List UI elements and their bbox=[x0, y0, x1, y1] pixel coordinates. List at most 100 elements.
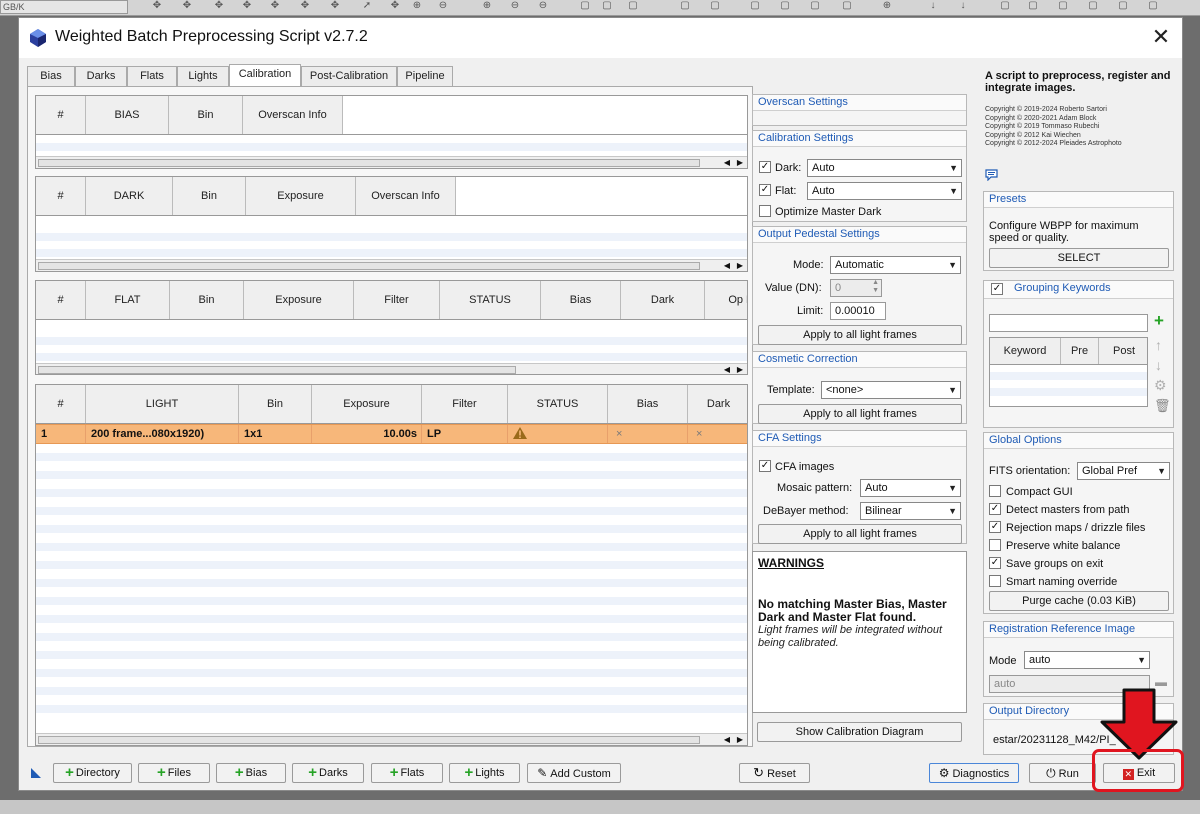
window-icon[interactable]: ▢ bbox=[1116, 0, 1130, 12]
add-directory-button[interactable]: + Directory bbox=[53, 763, 132, 783]
gear-icon[interactable]: ⚙ bbox=[1154, 377, 1167, 394]
window-icon[interactable]: ▢ bbox=[998, 0, 1012, 12]
zoom-icon[interactable]: ⊖ bbox=[536, 0, 550, 12]
flat-table[interactable]: # FLAT Bin Exposure Filter STATUS Bias D… bbox=[35, 280, 748, 375]
comment-icon[interactable] bbox=[985, 169, 998, 181]
pointer-icon[interactable]: ➚ bbox=[360, 0, 374, 12]
smart-naming-checkbox[interactable] bbox=[989, 575, 1001, 587]
window-icon[interactable]: ▢ bbox=[626, 0, 640, 12]
dark-table[interactable]: # DARK Bin Exposure Overscan Info ◀ ▶ bbox=[35, 176, 748, 272]
window-icon[interactable]: ▢ bbox=[1056, 0, 1070, 12]
tab-bias[interactable]: Bias bbox=[27, 66, 75, 86]
window-icon[interactable]: ▢ bbox=[600, 0, 614, 12]
fits-orientation-select[interactable]: Global Pref ▼ bbox=[1077, 462, 1170, 480]
tool-icon[interactable]: ✥ bbox=[180, 0, 194, 12]
tool-icon[interactable]: ✥ bbox=[150, 0, 164, 12]
tab-flats[interactable]: Flats bbox=[127, 66, 177, 86]
add-darks-button[interactable]: + Darks bbox=[292, 763, 364, 783]
window-icon[interactable]: ▢ bbox=[1086, 0, 1100, 12]
output-directory-input[interactable]: estar/20231128_M42/PI_ bbox=[989, 732, 1116, 750]
pedestal-mode-select[interactable]: Automatic ▼ bbox=[830, 256, 961, 274]
tab-pipeline[interactable]: Pipeline bbox=[397, 66, 453, 86]
window-icon[interactable]: ▢ bbox=[708, 0, 722, 12]
optimize-dark-checkbox[interactable] bbox=[759, 205, 771, 217]
flat-select[interactable]: Auto ▼ bbox=[807, 182, 962, 200]
folder-icon[interactable]: ▬ bbox=[1155, 675, 1167, 689]
scroll-right-icon[interactable]: ▶ bbox=[735, 260, 745, 271]
add-lights-button[interactable]: + Lights bbox=[449, 763, 520, 783]
window-icon[interactable]: ▢ bbox=[808, 0, 822, 12]
cfa-images-checkbox[interactable]: ✓ bbox=[759, 460, 771, 472]
scroll-left-icon[interactable]: ◀ bbox=[722, 364, 732, 374]
preserve-white-balance-checkbox[interactable] bbox=[989, 539, 1001, 551]
arrow-up-icon[interactable]: ↑ bbox=[1155, 337, 1162, 353]
select-preset-button[interactable]: SELECT bbox=[989, 248, 1169, 268]
scroll-left-icon[interactable]: ◀ bbox=[722, 734, 732, 745]
window-icon[interactable]: ▢ bbox=[748, 0, 762, 12]
dark-checkbox[interactable]: ✓ bbox=[759, 161, 771, 173]
window-icon[interactable]: ▢ bbox=[1026, 0, 1040, 12]
detect-masters-checkbox[interactable]: ✓ bbox=[989, 503, 1001, 515]
flat-checkbox[interactable]: ✓ bbox=[759, 184, 771, 196]
zoom-icon[interactable]: ⊕ bbox=[880, 0, 894, 12]
window-icon[interactable]: ▢ bbox=[1146, 0, 1160, 12]
bias-table[interactable]: # BIAS Bin Overscan Info ◀ ▶ bbox=[35, 95, 748, 169]
template-select[interactable]: <none> ▼ bbox=[821, 381, 961, 399]
window-icon[interactable]: ▢ bbox=[678, 0, 692, 12]
grouping-keywords-checkbox[interactable]: ✓ bbox=[991, 283, 1003, 295]
window-icon[interactable]: ▢ bbox=[840, 0, 854, 12]
tool-icon[interactable]: ✥ bbox=[328, 0, 342, 12]
mosaic-pattern-select[interactable]: Auto ▼ bbox=[860, 479, 961, 497]
zoom-icon[interactable]: ⊖ bbox=[508, 0, 522, 12]
tab-calibration[interactable]: Calibration bbox=[229, 64, 301, 86]
zoom-icon[interactable]: ⊖ bbox=[436, 0, 450, 12]
resize-corner-icon[interactable] bbox=[31, 768, 41, 778]
toolbar-dropdown[interactable]: GB/K bbox=[0, 0, 128, 14]
compact-gui-checkbox[interactable] bbox=[989, 485, 1001, 497]
tab-post-calibration[interactable]: Post-Calibration bbox=[301, 66, 397, 86]
save-groups-checkbox[interactable]: ✓ bbox=[989, 557, 1001, 569]
cfa-apply-button[interactable]: Apply to all light frames bbox=[758, 524, 962, 544]
cosmetic-apply-button[interactable]: Apply to all light frames bbox=[758, 404, 962, 424]
light-table[interactable]: # LIGHT Bin Exposure Filter STATUS Bias … bbox=[35, 384, 748, 746]
tool-icon[interactable]: ✥ bbox=[388, 0, 402, 12]
tab-lights[interactable]: Lights bbox=[177, 66, 229, 86]
pedestal-limit-input[interactable]: 0.00010 bbox=[830, 302, 886, 320]
scroll-left-icon[interactable]: ◀ bbox=[722, 157, 732, 168]
tool-icon[interactable]: ✥ bbox=[268, 0, 282, 12]
registration-mode-select[interactable]: auto ▼ bbox=[1024, 651, 1150, 669]
zoom-icon[interactable]: ⊕ bbox=[480, 0, 494, 12]
horizontal-scrollbar[interactable]: ◀ ▶ bbox=[36, 259, 747, 271]
arrow-icon[interactable]: ↓ bbox=[926, 0, 940, 12]
show-calibration-diagram-button[interactable]: Show Calibration Diagram bbox=[757, 722, 962, 742]
stepper-arrows-icon[interactable]: ▲ ▼ bbox=[872, 279, 879, 295]
pedestal-apply-button[interactable]: Apply to all light frames bbox=[758, 325, 962, 345]
diagnostics-button[interactable]: ⚙ Diagnostics bbox=[929, 763, 1019, 783]
arrow-icon[interactable]: ↓ bbox=[956, 0, 970, 12]
horizontal-scrollbar[interactable]: ◀ ▶ bbox=[36, 363, 747, 374]
debayer-method-select[interactable]: Bilinear ▼ bbox=[860, 502, 961, 520]
scroll-right-icon[interactable]: ▶ bbox=[735, 157, 745, 168]
pedestal-value-stepper[interactable]: 0 ▲ ▼ bbox=[830, 279, 882, 297]
run-button[interactable]: ⏻ Run bbox=[1029, 763, 1096, 783]
scroll-right-icon[interactable]: ▶ bbox=[735, 734, 745, 745]
close-icon[interactable]: ✕ bbox=[1149, 24, 1173, 50]
arrow-down-icon[interactable]: ↓ bbox=[1155, 357, 1162, 373]
scroll-right-icon[interactable]: ▶ bbox=[735, 364, 745, 374]
add-files-button[interactable]: + Files bbox=[138, 763, 210, 783]
overscan-settings-title[interactable]: Overscan Settings bbox=[753, 95, 966, 111]
scroll-left-icon[interactable]: ◀ bbox=[722, 260, 732, 271]
keyword-input[interactable] bbox=[989, 314, 1148, 332]
tool-icon[interactable]: ✥ bbox=[298, 0, 312, 12]
add-keyword-plus-icon[interactable]: + bbox=[1154, 311, 1164, 331]
tool-icon[interactable]: ✥ bbox=[212, 0, 226, 12]
zoom-icon[interactable]: ⊕ bbox=[410, 0, 424, 12]
window-icon[interactable]: ▢ bbox=[578, 0, 592, 12]
horizontal-scrollbar[interactable]: ◀ ▶ bbox=[36, 156, 747, 168]
dark-select[interactable]: Auto ▼ bbox=[807, 159, 962, 177]
window-icon[interactable]: ▢ bbox=[778, 0, 792, 12]
tool-icon[interactable]: ✥ bbox=[240, 0, 254, 12]
add-bias-button[interactable]: + Bias bbox=[216, 763, 286, 783]
tab-darks[interactable]: Darks bbox=[75, 66, 127, 86]
add-flats-button[interactable]: + Flats bbox=[371, 763, 443, 783]
